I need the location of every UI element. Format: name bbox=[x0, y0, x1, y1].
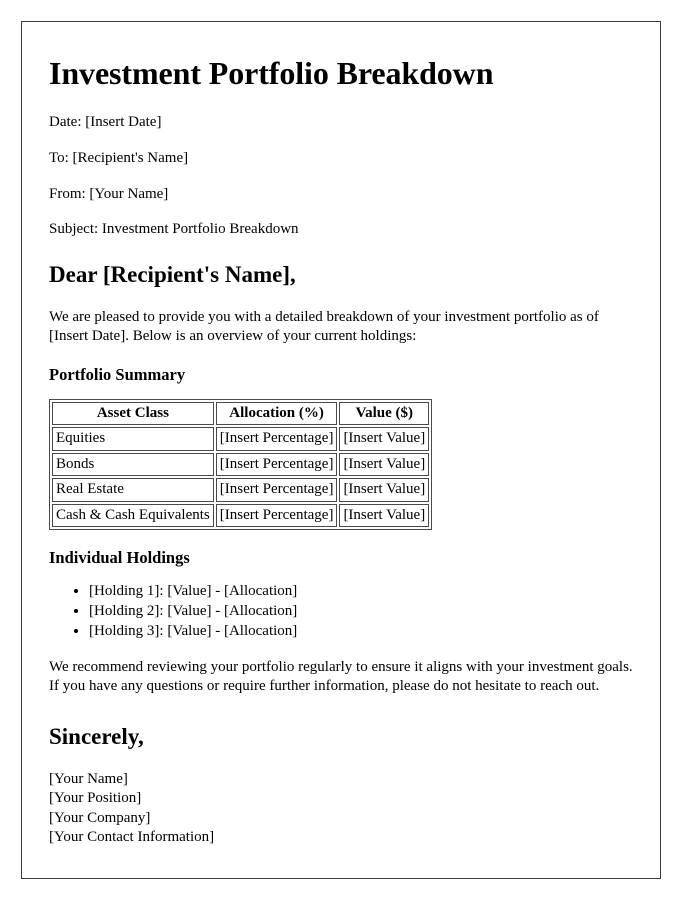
individual-holdings-heading: Individual Holdings bbox=[49, 548, 190, 568]
cell-allocation: [Insert Percentage] bbox=[215, 478, 338, 502]
column-header-allocation: Allocation (%) bbox=[215, 401, 338, 426]
table-row: Equities [Insert Percentage] [Insert Val… bbox=[52, 427, 430, 451]
table-header-row: Asset Class Allocation (%) Value ($) bbox=[52, 401, 430, 426]
cell-asset-class: Equities bbox=[52, 427, 214, 451]
cell-value: [Insert Value] bbox=[339, 478, 430, 502]
individual-holdings-list: [Holding 1]: [Value] - [Allocation] [Hol… bbox=[49, 582, 633, 642]
cell-allocation: [Insert Percentage] bbox=[215, 427, 338, 451]
meta-line-from: From: [Your Name] bbox=[49, 185, 169, 202]
cell-asset-class: Bonds bbox=[52, 452, 214, 477]
salutation: Dear [Recipient's Name], bbox=[49, 262, 296, 288]
cell-value: [Insert Value] bbox=[339, 427, 430, 451]
portfolio-summary-table: Asset Class Allocation (%) Value ($) Equ… bbox=[49, 398, 433, 531]
meta-line-to: To: [Recipient's Name] bbox=[49, 149, 189, 166]
intro-paragraph: We are pleased to provide you with a det… bbox=[49, 308, 599, 345]
list-item: [Holding 2]: [Value] - [Allocation] bbox=[89, 602, 633, 622]
portfolio-summary-heading: Portfolio Summary bbox=[49, 364, 186, 384]
table-body: Equities [Insert Percentage] [Insert Val… bbox=[52, 427, 430, 528]
cell-asset-class: Real Estate bbox=[52, 478, 214, 502]
table-row: Cash & Cash Equivalents [Insert Percenta… bbox=[52, 503, 430, 528]
meta-line-subject: Subject: Investment Portfolio Breakdown bbox=[49, 221, 299, 238]
signature-company: [Your Company] bbox=[49, 809, 151, 826]
cell-asset-class: Cash & Cash Equivalents bbox=[52, 503, 214, 528]
signature-contact: [Your Contact Information] bbox=[49, 828, 215, 845]
cell-value: [Insert Value] bbox=[339, 452, 430, 477]
document-body: Investment Portfolio Breakdown Date: [In… bbox=[22, 22, 660, 847]
closing-paragraph: We recommend reviewing your portfolio re… bbox=[49, 658, 633, 695]
table-row: Bonds [Insert Percentage] [Insert Value] bbox=[52, 452, 430, 477]
column-header-asset-class: Asset Class bbox=[52, 401, 214, 426]
closing-salutation: Sincerely, bbox=[49, 723, 144, 749]
table-head: Asset Class Allocation (%) Value ($) bbox=[52, 401, 430, 426]
column-header-value: Value ($) bbox=[339, 401, 430, 426]
meta-line-date: Date: [Insert Date] bbox=[49, 114, 162, 131]
cell-allocation: [Insert Percentage] bbox=[215, 452, 338, 477]
signature-name: [Your Name] bbox=[49, 771, 128, 788]
page-title: Investment Portfolio Breakdown bbox=[49, 55, 494, 91]
cell-allocation: [Insert Percentage] bbox=[215, 503, 338, 528]
document-page: Investment Portfolio Breakdown Date: [In… bbox=[21, 21, 661, 879]
signature-position: [Your Position] bbox=[49, 790, 142, 807]
list-item: [Holding 3]: [Value] - [Allocation] bbox=[89, 622, 633, 642]
signature-block: [Your Name] [Your Position] [Your Compan… bbox=[49, 770, 633, 847]
list-item: [Holding 1]: [Value] - [Allocation] bbox=[89, 582, 633, 602]
table-row: Real Estate [Insert Percentage] [Insert … bbox=[52, 478, 430, 502]
cell-value: [Insert Value] bbox=[339, 503, 430, 528]
